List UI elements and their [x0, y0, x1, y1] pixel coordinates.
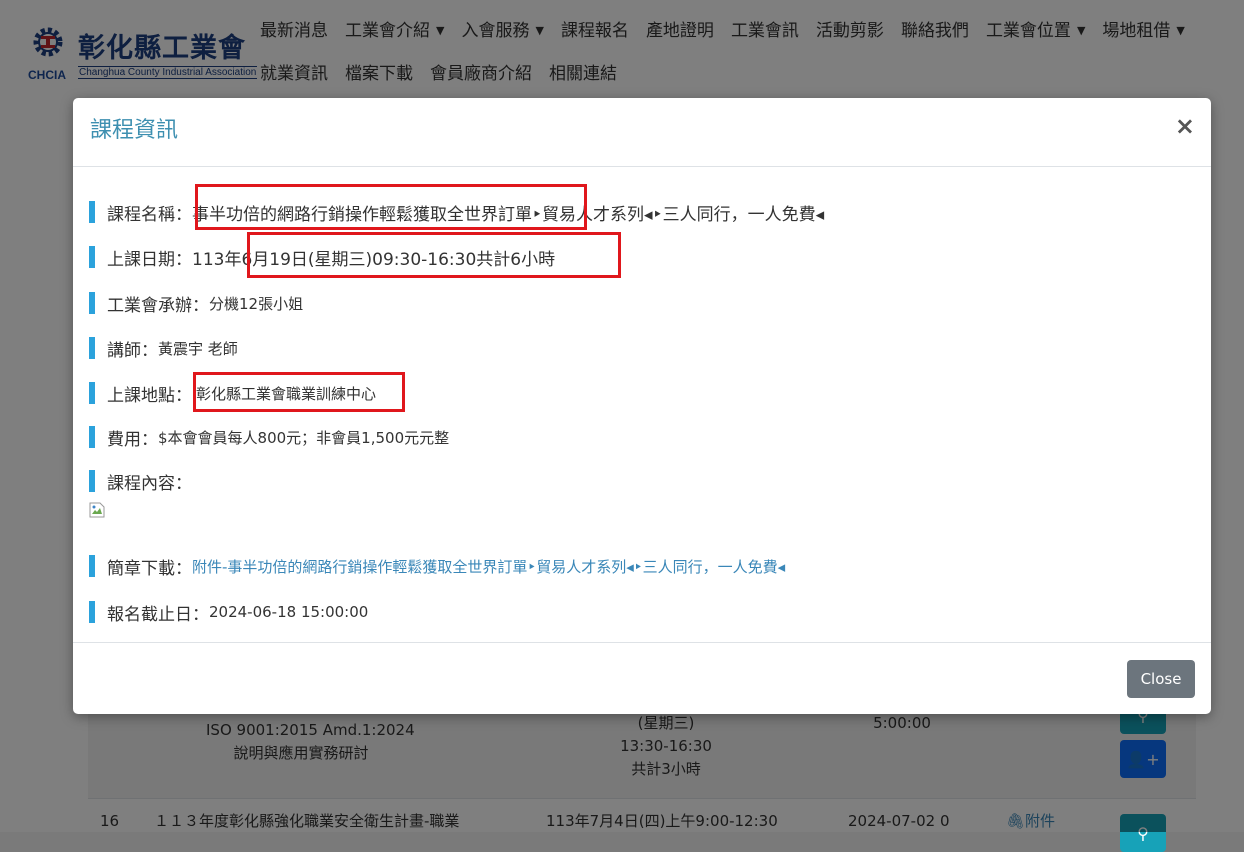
field-instructor: 講師： 黃震宇 老師 — [89, 336, 238, 361]
accent-bar — [89, 601, 95, 623]
close-icon[interactable]: × — [1175, 114, 1195, 138]
field-brochure: 簡章下載： 附件-事半功倍的網路行銷操作輕鬆獲取全世界訂單‣貿易人才系列◂‣三人… — [89, 554, 785, 579]
field-label: 費用： — [107, 429, 158, 450]
accent-bar — [89, 382, 95, 404]
broken-image-icon — [89, 502, 105, 518]
accent-bar — [89, 337, 95, 359]
deadline-value: 2024-06-18 15:00:00 — [209, 603, 369, 621]
close-button[interactable]: Close — [1127, 660, 1195, 698]
accent-bar — [89, 470, 95, 492]
field-label: 工業會承辦： — [107, 295, 209, 316]
instructor-value: 黃震宇 老師 — [158, 339, 238, 358]
field-label: 上課地點： — [107, 385, 192, 406]
modal-footer: Close — [73, 642, 1211, 715]
highlight-box-location — [193, 372, 405, 412]
accent-bar — [89, 201, 95, 223]
field-deadline: 報名截止日： 2024-06-18 15:00:00 — [89, 600, 369, 625]
field-organizer: 工業會承辦： 分機12張小姐 — [89, 291, 304, 316]
highlight-box-course-date — [247, 232, 621, 278]
field-fee: 費用： $本會會員每人800元；非會員1,500元元整 — [89, 425, 450, 450]
field-label: 課程內容： — [107, 473, 192, 494]
field-label: 報名截止日： — [107, 604, 209, 625]
field-label: 課程名稱： — [107, 204, 192, 225]
fee-value: $本會會員每人800元；非會員1,500元元整 — [158, 428, 450, 447]
highlight-box-course-name — [195, 184, 587, 230]
field-label: 簡章下載： — [107, 558, 192, 579]
organizer-value: 分機12張小姐 — [209, 294, 304, 313]
accent-bar — [89, 555, 95, 577]
field-course-content: 課程內容： — [89, 469, 192, 494]
modal-title: 課程資訊 — [90, 118, 179, 143]
accent-bar — [89, 292, 95, 314]
field-label: 講師： — [107, 340, 158, 361]
brochure-download-link[interactable]: 附件-事半功倍的網路行銷操作輕鬆獲取全世界訂單‣貿易人才系列◂‣三人同行，一人免… — [192, 556, 785, 577]
field-label: 上課日期： — [107, 249, 192, 270]
course-info-modal: 課程資訊 × 課程名稱： 事半功倍的網路行銷操作輕鬆獲取全世界訂單‣貿易人才系列… — [73, 98, 1211, 714]
accent-bar — [89, 246, 95, 268]
accent-bar — [89, 426, 95, 448]
modal-header: 課程資訊 × — [73, 98, 1211, 167]
